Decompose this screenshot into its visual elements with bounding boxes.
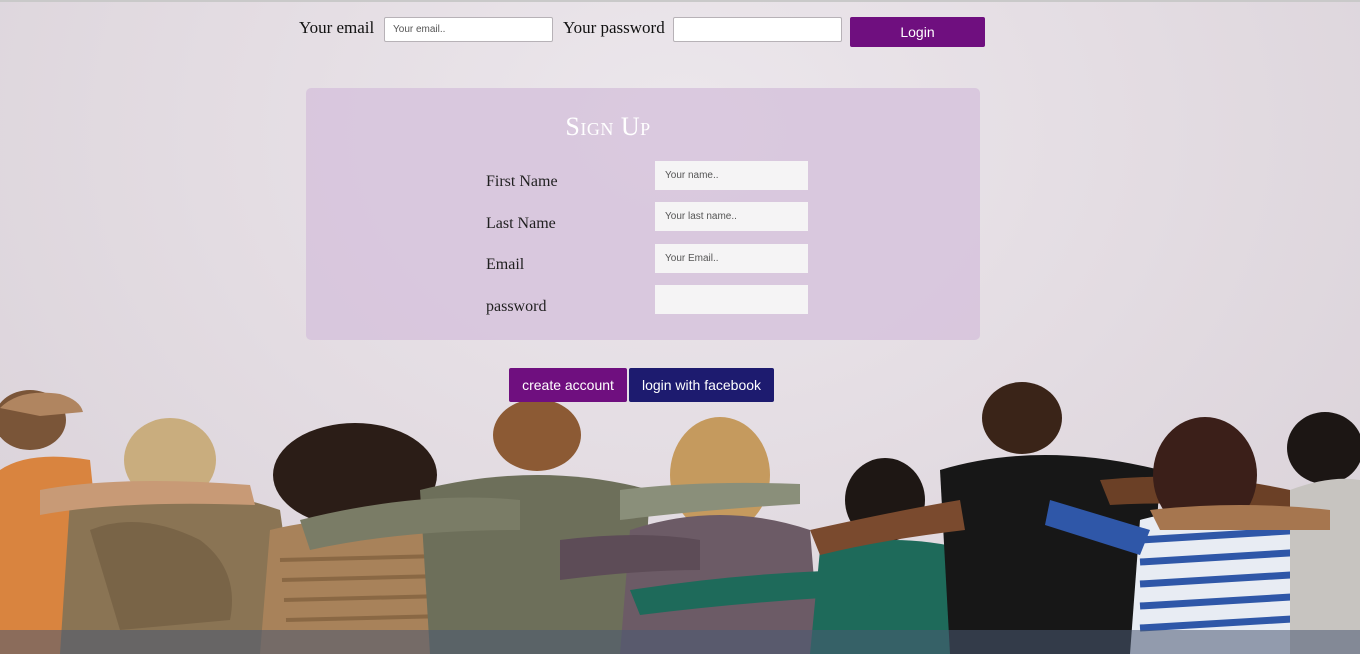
login-email-input[interactable] [384,17,553,42]
first-name-label: First Name [486,173,558,190]
signup-title: Sign Up [565,112,651,141]
login-button[interactable]: Login [850,17,985,47]
password-field[interactable] [655,285,808,314]
email-label: Your email [299,18,375,37]
password-label: Your password [563,18,665,37]
email-field-label: Email [486,256,525,273]
last-name-label: Last Name [486,215,556,232]
password-field-label: password [486,298,547,315]
last-name-input[interactable] [655,202,808,231]
crowd-background-image [0,382,1360,654]
email-field[interactable] [655,244,808,273]
create-account-button[interactable]: create account [509,368,627,402]
signup-card: Sign Up First Name Last Name Email passw… [306,88,980,340]
login-password-input[interactable] [673,17,842,42]
top-login-bar: Your email Your password Login [0,0,1360,60]
login-with-facebook-button[interactable]: login with facebook [629,368,774,402]
first-name-input[interactable] [655,161,808,190]
